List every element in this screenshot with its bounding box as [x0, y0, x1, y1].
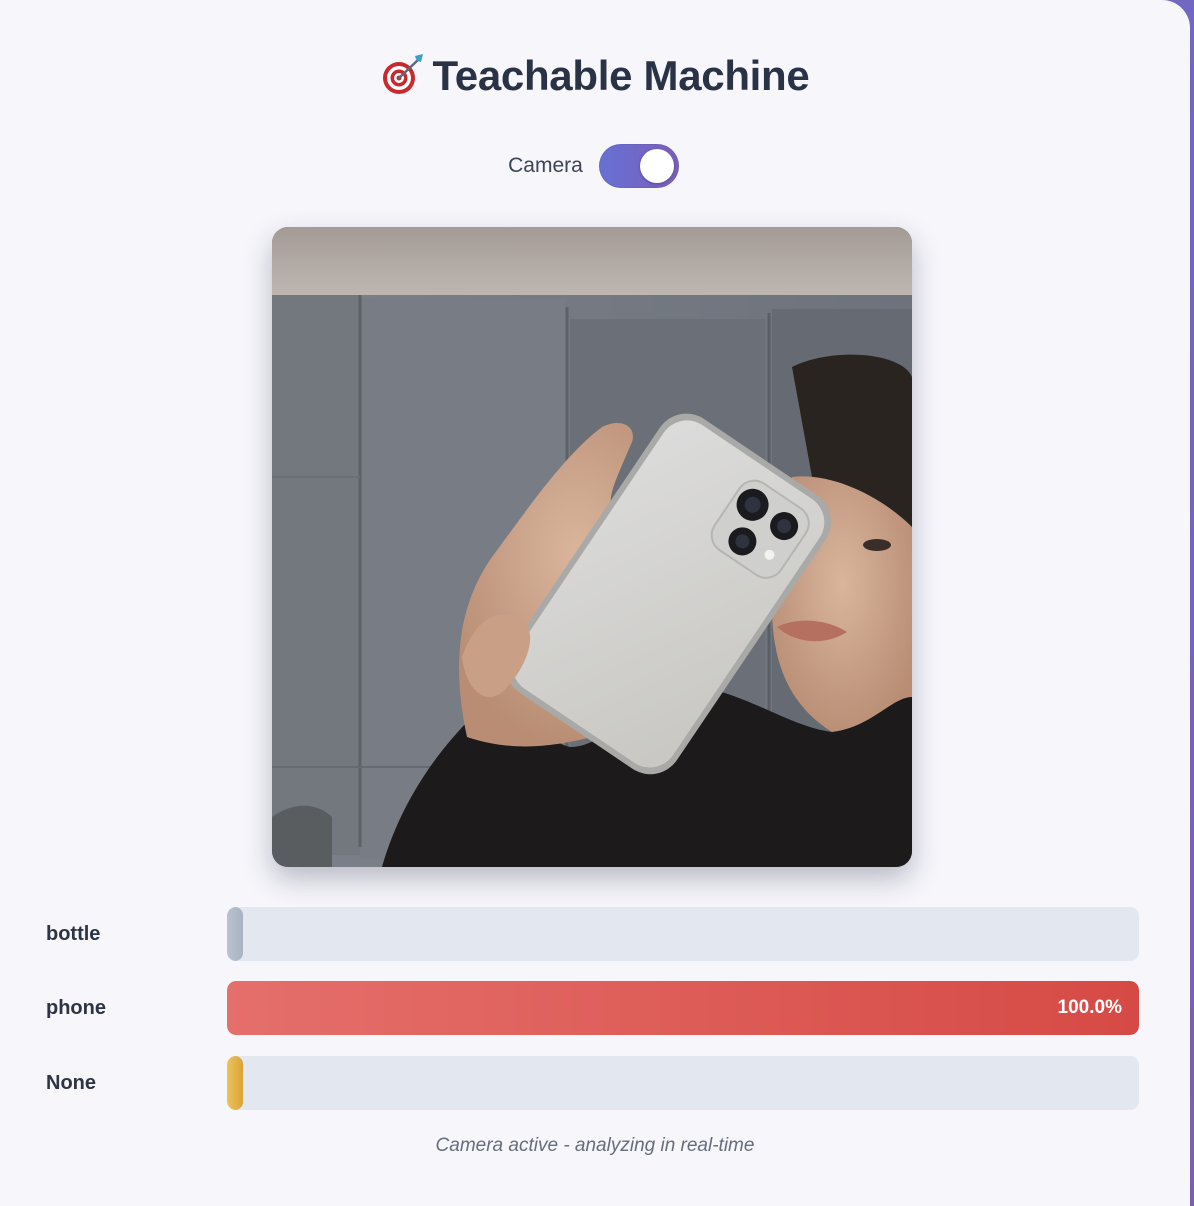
webcam-feed [272, 227, 912, 867]
page-title-text: Teachable Machine [432, 52, 810, 99]
prediction-row-phone: phone 100.0% [0, 981, 1190, 1035]
prediction-row-bottle: bottle [0, 907, 1190, 961]
main-card: Teachable Machine Camera bottle phone 10… [0, 0, 1190, 1206]
prediction-bar [227, 907, 243, 961]
prediction-bar [227, 1056, 243, 1110]
camera-label: Camera [508, 154, 583, 177]
prediction-track: 100.0% [227, 981, 1139, 1035]
prediction-value: 100.0% [1057, 997, 1122, 1018]
prediction-track [227, 907, 1139, 961]
prediction-bar: 100.0% [227, 981, 1139, 1035]
target-dart-icon [381, 52, 425, 96]
prediction-row-none: None [0, 1056, 1190, 1110]
camera-toggle[interactable] [598, 144, 679, 188]
camera-toggle-row: Camera [0, 144, 1190, 188]
prediction-label: phone [46, 997, 106, 1019]
page-title: Teachable Machine [0, 52, 1190, 100]
webcam-image [272, 227, 912, 867]
toggle-knob [639, 149, 674, 183]
prediction-track [227, 1056, 1139, 1110]
prediction-label: bottle [46, 923, 101, 945]
prediction-label: None [46, 1072, 96, 1094]
status-text: Camera active - analyzing in real-time [435, 1135, 755, 1156]
